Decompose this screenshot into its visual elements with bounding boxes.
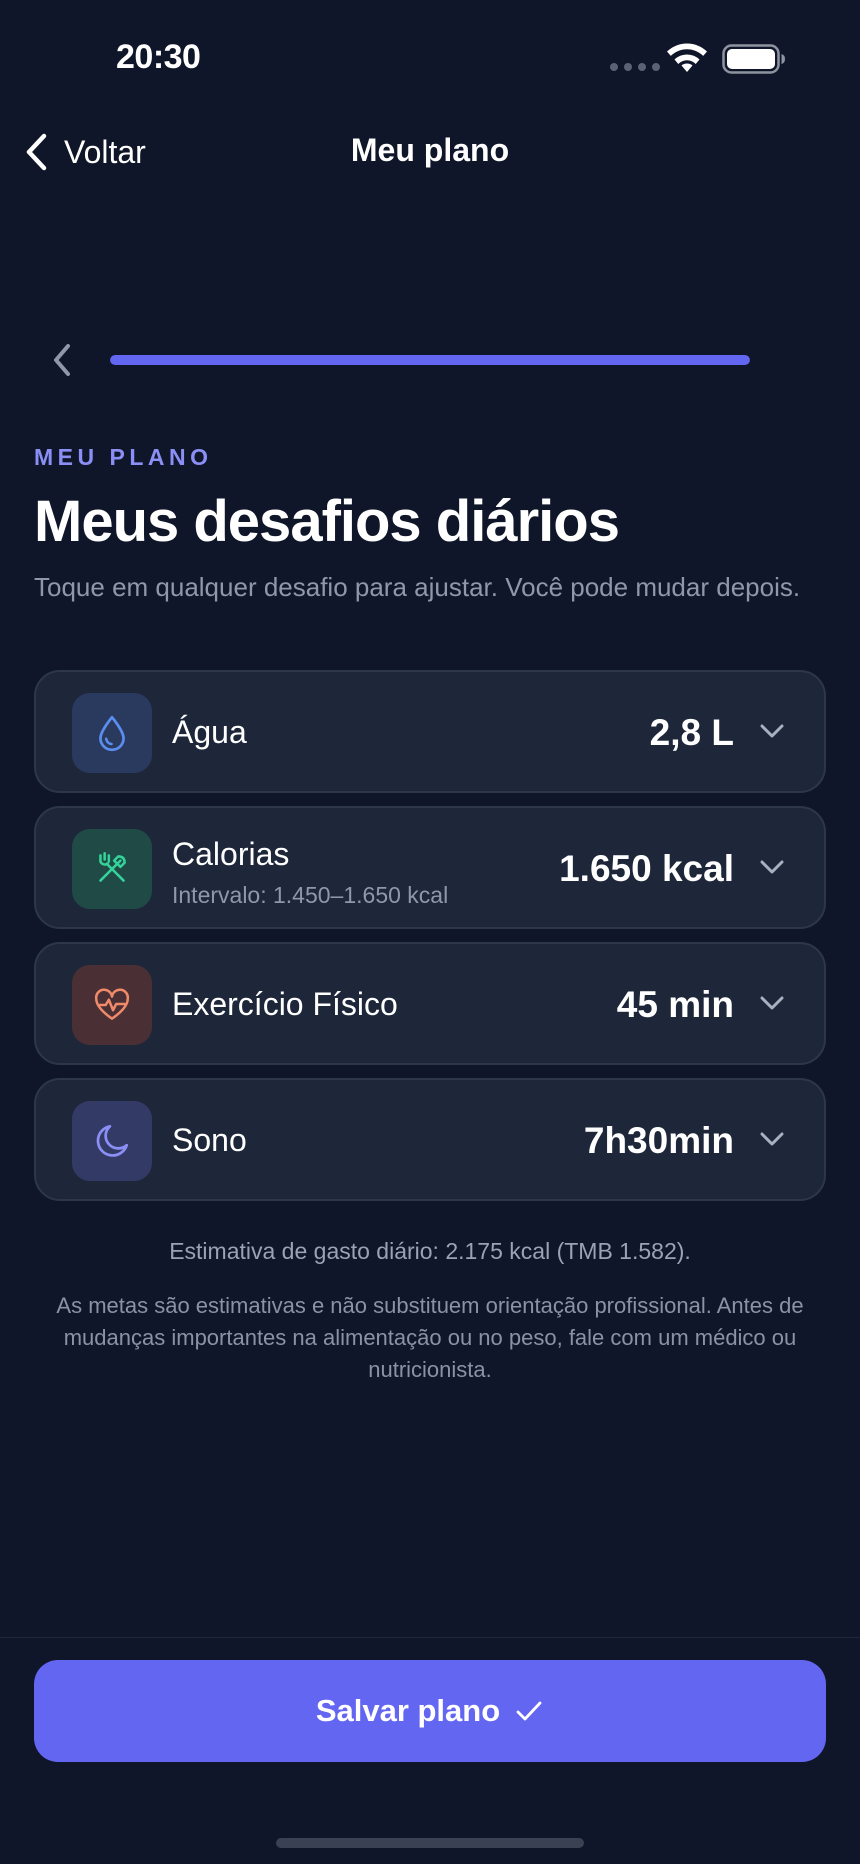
challenge-value: 7h30min — [583, 1120, 734, 1161]
cellular-signal-icon — [610, 63, 660, 71]
checkmark-icon — [516, 1701, 542, 1721]
fork-knife-icon — [72, 829, 152, 909]
bottom-divider — [0, 1637, 860, 1638]
status-bar: 20:30 — [0, 0, 860, 110]
page-title: Meus desafios diários — [34, 489, 620, 554]
save-plan-label: Salvar plano — [315, 1693, 501, 1728]
home-indicator — [276, 1838, 584, 1848]
challenge-card-calories[interactable]: Calorias Intervalo: 1.450–1.650 kcal 1.6… — [34, 806, 826, 929]
progress-fill — [110, 355, 750, 365]
challenge-value: 1.650 kcal — [559, 848, 734, 889]
challenge-value: 45 min — [616, 984, 734, 1025]
progress-bar — [110, 355, 750, 365]
challenge-subtitle: Intervalo: 1.450–1.650 kcal — [172, 882, 449, 908]
navigation-bar: Voltar Meu plano — [0, 120, 860, 184]
challenge-card-exercise[interactable]: Exercício Físico 45 min — [34, 942, 826, 1065]
battery-icon — [722, 44, 785, 74]
challenge-title: Calorias — [172, 836, 290, 872]
disclaimer-text: As metas são estimativas e não substitue… — [56, 1293, 804, 1382]
challenge-title: Água — [172, 714, 247, 750]
nav-title: Meu plano — [350, 132, 510, 168]
challenge-card-sleep[interactable]: Sono 7h30min — [34, 1078, 826, 1201]
challenge-list: Água 2,8 L Calorias Intervalo: 1.450–1.6… — [34, 670, 826, 1214]
save-plan-button[interactable]: Salvar plano — [34, 1660, 826, 1762]
status-time: 20:30 — [116, 38, 201, 76]
water-drop-icon — [72, 693, 152, 773]
wifi-icon — [667, 43, 707, 72]
previous-step-button[interactable] — [46, 340, 78, 380]
heart-pulse-icon — [72, 965, 152, 1045]
page-subtitle: Toque em qualquer desafio para ajustar. … — [34, 572, 801, 602]
chevron-down-icon — [760, 1132, 784, 1146]
daily-expenditure-estimate: Estimativa de gasto diário: 2.175 kcal (… — [169, 1238, 691, 1264]
moon-icon — [72, 1101, 152, 1181]
step-progress — [0, 336, 860, 384]
section-eyebrow: MEU PLANO — [34, 444, 213, 470]
challenge-value: 2,8 L — [649, 712, 734, 753]
chevron-down-icon — [760, 724, 784, 738]
challenge-title: Exercício Físico — [172, 986, 398, 1022]
challenge-title: Sono — [172, 1122, 247, 1158]
challenge-card-water[interactable]: Água 2,8 L — [34, 670, 826, 793]
chevron-down-icon — [760, 996, 784, 1010]
chevron-down-icon — [760, 860, 784, 874]
